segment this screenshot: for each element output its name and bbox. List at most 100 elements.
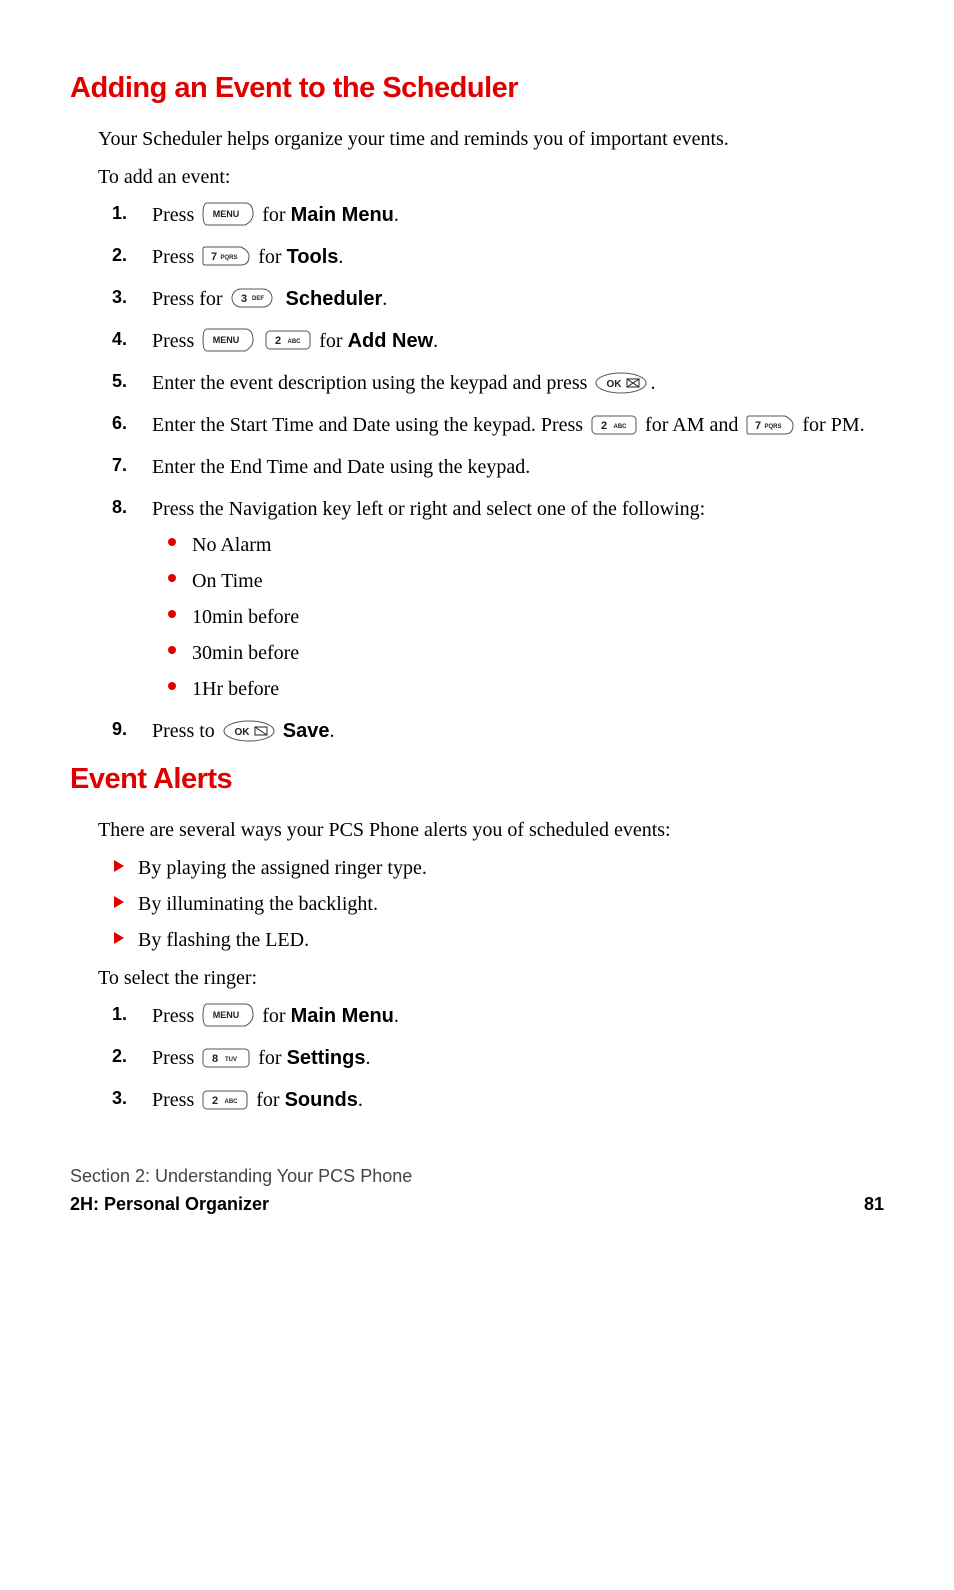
step-2: 2. Press 7PQRS for Tools. bbox=[142, 243, 884, 271]
step-number: 8. bbox=[112, 495, 127, 520]
key-2-icon: 2 ABC bbox=[590, 414, 638, 436]
step-3: 3. Press for 3DEF Scheduler. bbox=[142, 285, 884, 313]
footer-section-title: Section 2: Understanding Your PCS Phone bbox=[70, 1164, 884, 1189]
svg-text:8: 8 bbox=[212, 1053, 218, 1065]
alarm-option: 10min before bbox=[186, 603, 884, 631]
svg-text:OK: OK bbox=[607, 379, 623, 390]
step-number: 3. bbox=[112, 1086, 127, 1111]
step-5: 5. Enter the event description using the… bbox=[142, 369, 884, 397]
step-text: for bbox=[314, 330, 347, 352]
footer-chapter-title: 2H: Personal Organizer bbox=[70, 1192, 269, 1217]
alarm-option: 30min before bbox=[186, 639, 884, 667]
step-text: . bbox=[650, 372, 655, 394]
step-text: Press bbox=[152, 204, 199, 226]
key-3-icon: 3 DEF bbox=[230, 287, 274, 309]
step-4: 4. Press MENU 2ABC for Add New. bbox=[142, 327, 884, 355]
svg-text:7: 7 bbox=[211, 251, 217, 263]
step-text: Press bbox=[152, 246, 199, 268]
steps-list-2: 1. Press MENU for Main Menu. 2. Press 8 T… bbox=[98, 1002, 884, 1114]
step-text: Press for bbox=[152, 288, 228, 310]
intro-text-2: There are several ways your PCS Phone al… bbox=[98, 816, 884, 844]
step-number: 7. bbox=[112, 453, 127, 478]
step-8: 8. Press the Navigation key left or righ… bbox=[142, 495, 884, 703]
step-text: for bbox=[251, 1089, 284, 1111]
step-bold: Sounds bbox=[285, 1089, 358, 1111]
step-text: Enter the End Time and Date using the ke… bbox=[152, 456, 530, 478]
intro-text-1: Your Scheduler helps organize your time … bbox=[98, 125, 884, 153]
step-number: 1. bbox=[112, 201, 127, 226]
svg-text:OK: OK bbox=[234, 727, 250, 738]
svg-text:PQRS: PQRS bbox=[765, 424, 782, 430]
svg-text:MENU: MENU bbox=[213, 209, 240, 219]
step-bold: Add New bbox=[348, 330, 434, 352]
step-text: for AM and bbox=[640, 414, 743, 436]
step-text: Press to bbox=[152, 720, 220, 742]
lead-text-2: To select the ringer: bbox=[98, 964, 884, 992]
page-number: 81 bbox=[864, 1192, 884, 1217]
step-text: . bbox=[330, 720, 335, 742]
menu-key-icon: MENU bbox=[201, 1002, 255, 1028]
step-text: for PM. bbox=[797, 414, 864, 436]
menu-key-icon: MENU bbox=[201, 327, 255, 353]
step-text: . bbox=[365, 1047, 370, 1069]
steps-list-1: 1. Press MENU for Main Menu. 2. Press 7P… bbox=[98, 201, 884, 746]
step-2: 2. Press 8TUV for Settings. bbox=[142, 1044, 884, 1072]
svg-text:TUV: TUV bbox=[225, 1057, 237, 1063]
alarm-options-list: No Alarm On Time 10min before 30min befo… bbox=[152, 531, 884, 703]
step-text: for bbox=[253, 246, 286, 268]
step-number: 2. bbox=[112, 1044, 127, 1069]
alert-item: By illuminating the backlight. bbox=[132, 890, 884, 918]
step-number: 1. bbox=[112, 1002, 127, 1027]
key-2-icon: 2 ABC bbox=[264, 329, 312, 351]
step-1: 1. Press MENU for Main Menu. bbox=[142, 201, 884, 229]
alert-item: By flashing the LED. bbox=[132, 926, 884, 954]
svg-text:ABC: ABC bbox=[614, 424, 628, 430]
step-text: Press the Navigation key left or right a… bbox=[152, 498, 705, 520]
step-text: . bbox=[394, 204, 399, 226]
svg-text:7: 7 bbox=[755, 420, 761, 432]
menu-key-icon: MENU bbox=[201, 201, 255, 227]
svg-text:2: 2 bbox=[601, 420, 607, 432]
step-bold: Main Menu bbox=[291, 204, 394, 226]
svg-text:DEF: DEF bbox=[252, 296, 264, 302]
svg-text:ABC: ABC bbox=[288, 339, 302, 345]
heading-adding-event: Adding an Event to the Scheduler bbox=[70, 68, 884, 109]
step-bold: Save bbox=[283, 720, 330, 742]
step-text: . bbox=[382, 288, 387, 310]
alarm-option: On Time bbox=[186, 567, 884, 595]
ok-key-icon: OK bbox=[594, 371, 648, 395]
step-bold: Settings bbox=[287, 1047, 366, 1069]
heading-event-alerts: Event Alerts bbox=[70, 759, 884, 800]
step-text: Enter the Start Time and Date using the … bbox=[152, 414, 588, 436]
step-text: for bbox=[253, 1047, 286, 1069]
step-text: Press bbox=[152, 1047, 199, 1069]
step-text: Enter the event description using the ke… bbox=[152, 372, 592, 394]
step-text: for bbox=[257, 204, 290, 226]
key-7-icon: 7 PQRS bbox=[745, 414, 795, 436]
svg-text:2: 2 bbox=[275, 335, 281, 347]
ok-key-icon: OK bbox=[222, 719, 276, 743]
svg-text:PQRS: PQRS bbox=[221, 255, 238, 261]
step-number: 9. bbox=[112, 717, 127, 742]
alert-item: By playing the assigned ringer type. bbox=[132, 854, 884, 882]
svg-text:ABC: ABC bbox=[225, 1099, 239, 1105]
step-1: 1. Press MENU for Main Menu. bbox=[142, 1002, 884, 1030]
step-text: for bbox=[257, 1005, 290, 1027]
svg-text:3: 3 bbox=[240, 293, 246, 305]
step-bold: Scheduler bbox=[286, 288, 383, 310]
svg-text:MENU: MENU bbox=[213, 1010, 240, 1020]
alarm-option: 1Hr before bbox=[186, 675, 884, 703]
step-text: . bbox=[358, 1089, 363, 1111]
key-8-icon: 8 TUV bbox=[201, 1047, 251, 1069]
step-number: 6. bbox=[112, 411, 127, 436]
alarm-option: No Alarm bbox=[186, 531, 884, 559]
step-number: 4. bbox=[112, 327, 127, 352]
step-6: 6. Enter the Start Time and Date using t… bbox=[142, 411, 884, 439]
step-7: 7. Enter the End Time and Date using the… bbox=[142, 453, 884, 481]
key-7-icon: 7 PQRS bbox=[201, 245, 251, 267]
step-text: Press bbox=[152, 1089, 199, 1111]
alerts-list: By playing the assigned ringer type. By … bbox=[98, 854, 884, 954]
step-number: 3. bbox=[112, 285, 127, 310]
step-text: . bbox=[394, 1005, 399, 1027]
page-footer: Section 2: Understanding Your PCS Phone … bbox=[70, 1164, 884, 1216]
